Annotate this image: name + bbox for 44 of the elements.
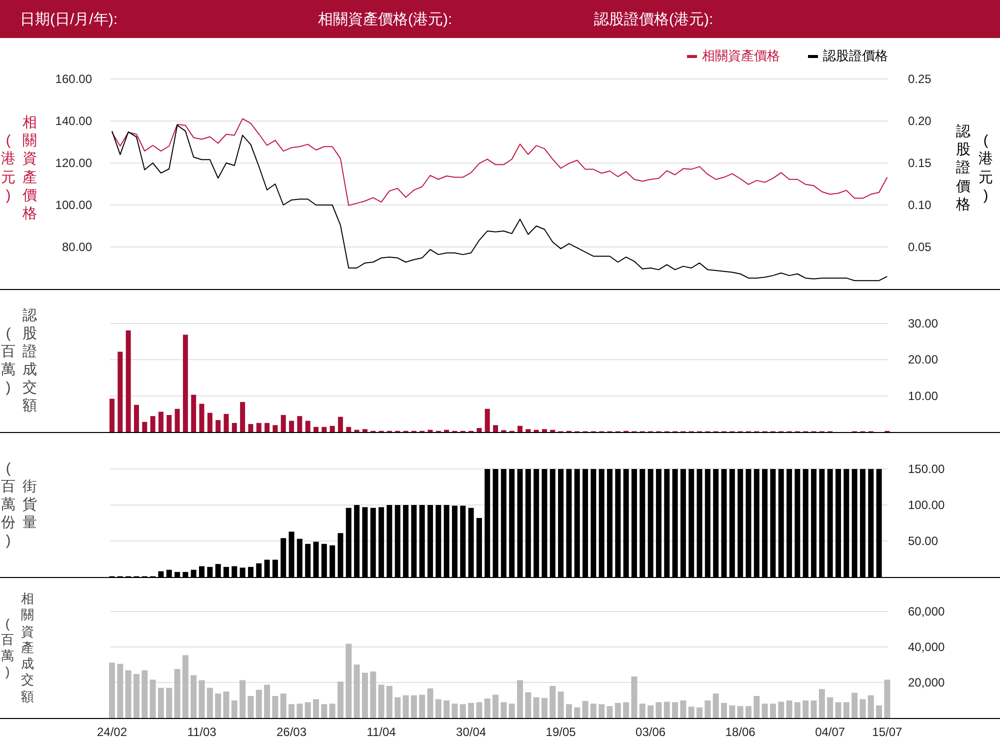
field-label: 相關資產價格(港元): (318, 10, 452, 28)
axis-tick-label: 60,000 (908, 604, 945, 618)
axis-tick-label: 0.05 (908, 240, 932, 254)
axis-tick-label: 50.00 (908, 534, 938, 548)
axis-unit-title: (百萬份) (1, 460, 16, 550)
axis-tick-label: 40,000 (908, 640, 945, 654)
axis-unit-title: (港元) (1, 132, 16, 205)
axis-tick-label: 140.00 (55, 114, 92, 128)
axis-title: 認股證價格 (956, 123, 970, 214)
axis-tick-label: 80.00 (62, 240, 92, 254)
axis-tick-label: 26/03 (276, 725, 307, 739)
axis-tick-label: 19/05 (546, 725, 576, 739)
axis-tick-label: 20,000 (908, 676, 945, 690)
axis-title: 相關資產價格 (22, 114, 37, 223)
axis-tick-label: 0.20 (908, 114, 932, 128)
field-label: 日期(日/月/年): (20, 10, 118, 28)
axis-tick-label: 30/04 (456, 725, 486, 739)
axis-tick-label: 0.10 (908, 198, 932, 212)
axis-tick-label: 15/07 (872, 725, 902, 739)
axis-title: 街貨量 (22, 478, 37, 532)
axis-tick-label: 03/06 (636, 725, 666, 739)
axis-tick-label: 04/07 (815, 725, 846, 739)
axis-tick-label: 20.00 (908, 352, 938, 367)
field-label: 認股證價格(港元): (594, 10, 714, 28)
axis-title: 相關資產成交額 (21, 591, 34, 705)
legend-label: 相關資產價格 (702, 47, 780, 65)
axis-tick-label: 30.00 (908, 316, 938, 330)
axis-unit-title: (港元) (978, 132, 993, 205)
axis-tick-label: 120.00 (55, 156, 92, 170)
axis-tick-label: 100.00 (908, 498, 945, 512)
axis-tick-label: 0.25 (908, 72, 932, 86)
axis-tick-label: 160.00 (55, 72, 92, 86)
axis-tick-label: 100.00 (55, 198, 92, 212)
axis-title: 認股證成交額 (22, 306, 37, 416)
legend-label: 認股證價格 (823, 47, 888, 65)
axis-tick-label: 0.15 (908, 156, 932, 170)
axis-tick-label: 150.00 (908, 462, 945, 476)
axis-tick-label: 11/03 (187, 725, 216, 739)
axis-unit-title: (百萬) (1, 324, 16, 398)
axis-tick-label: 10.00 (908, 388, 938, 403)
axis-tick-label: 18/06 (725, 725, 756, 739)
axis-tick-label: 11/04 (366, 725, 396, 739)
axis-tick-label: 24/02 (96, 725, 128, 739)
axis-unit-title: (百萬) (1, 616, 14, 680)
